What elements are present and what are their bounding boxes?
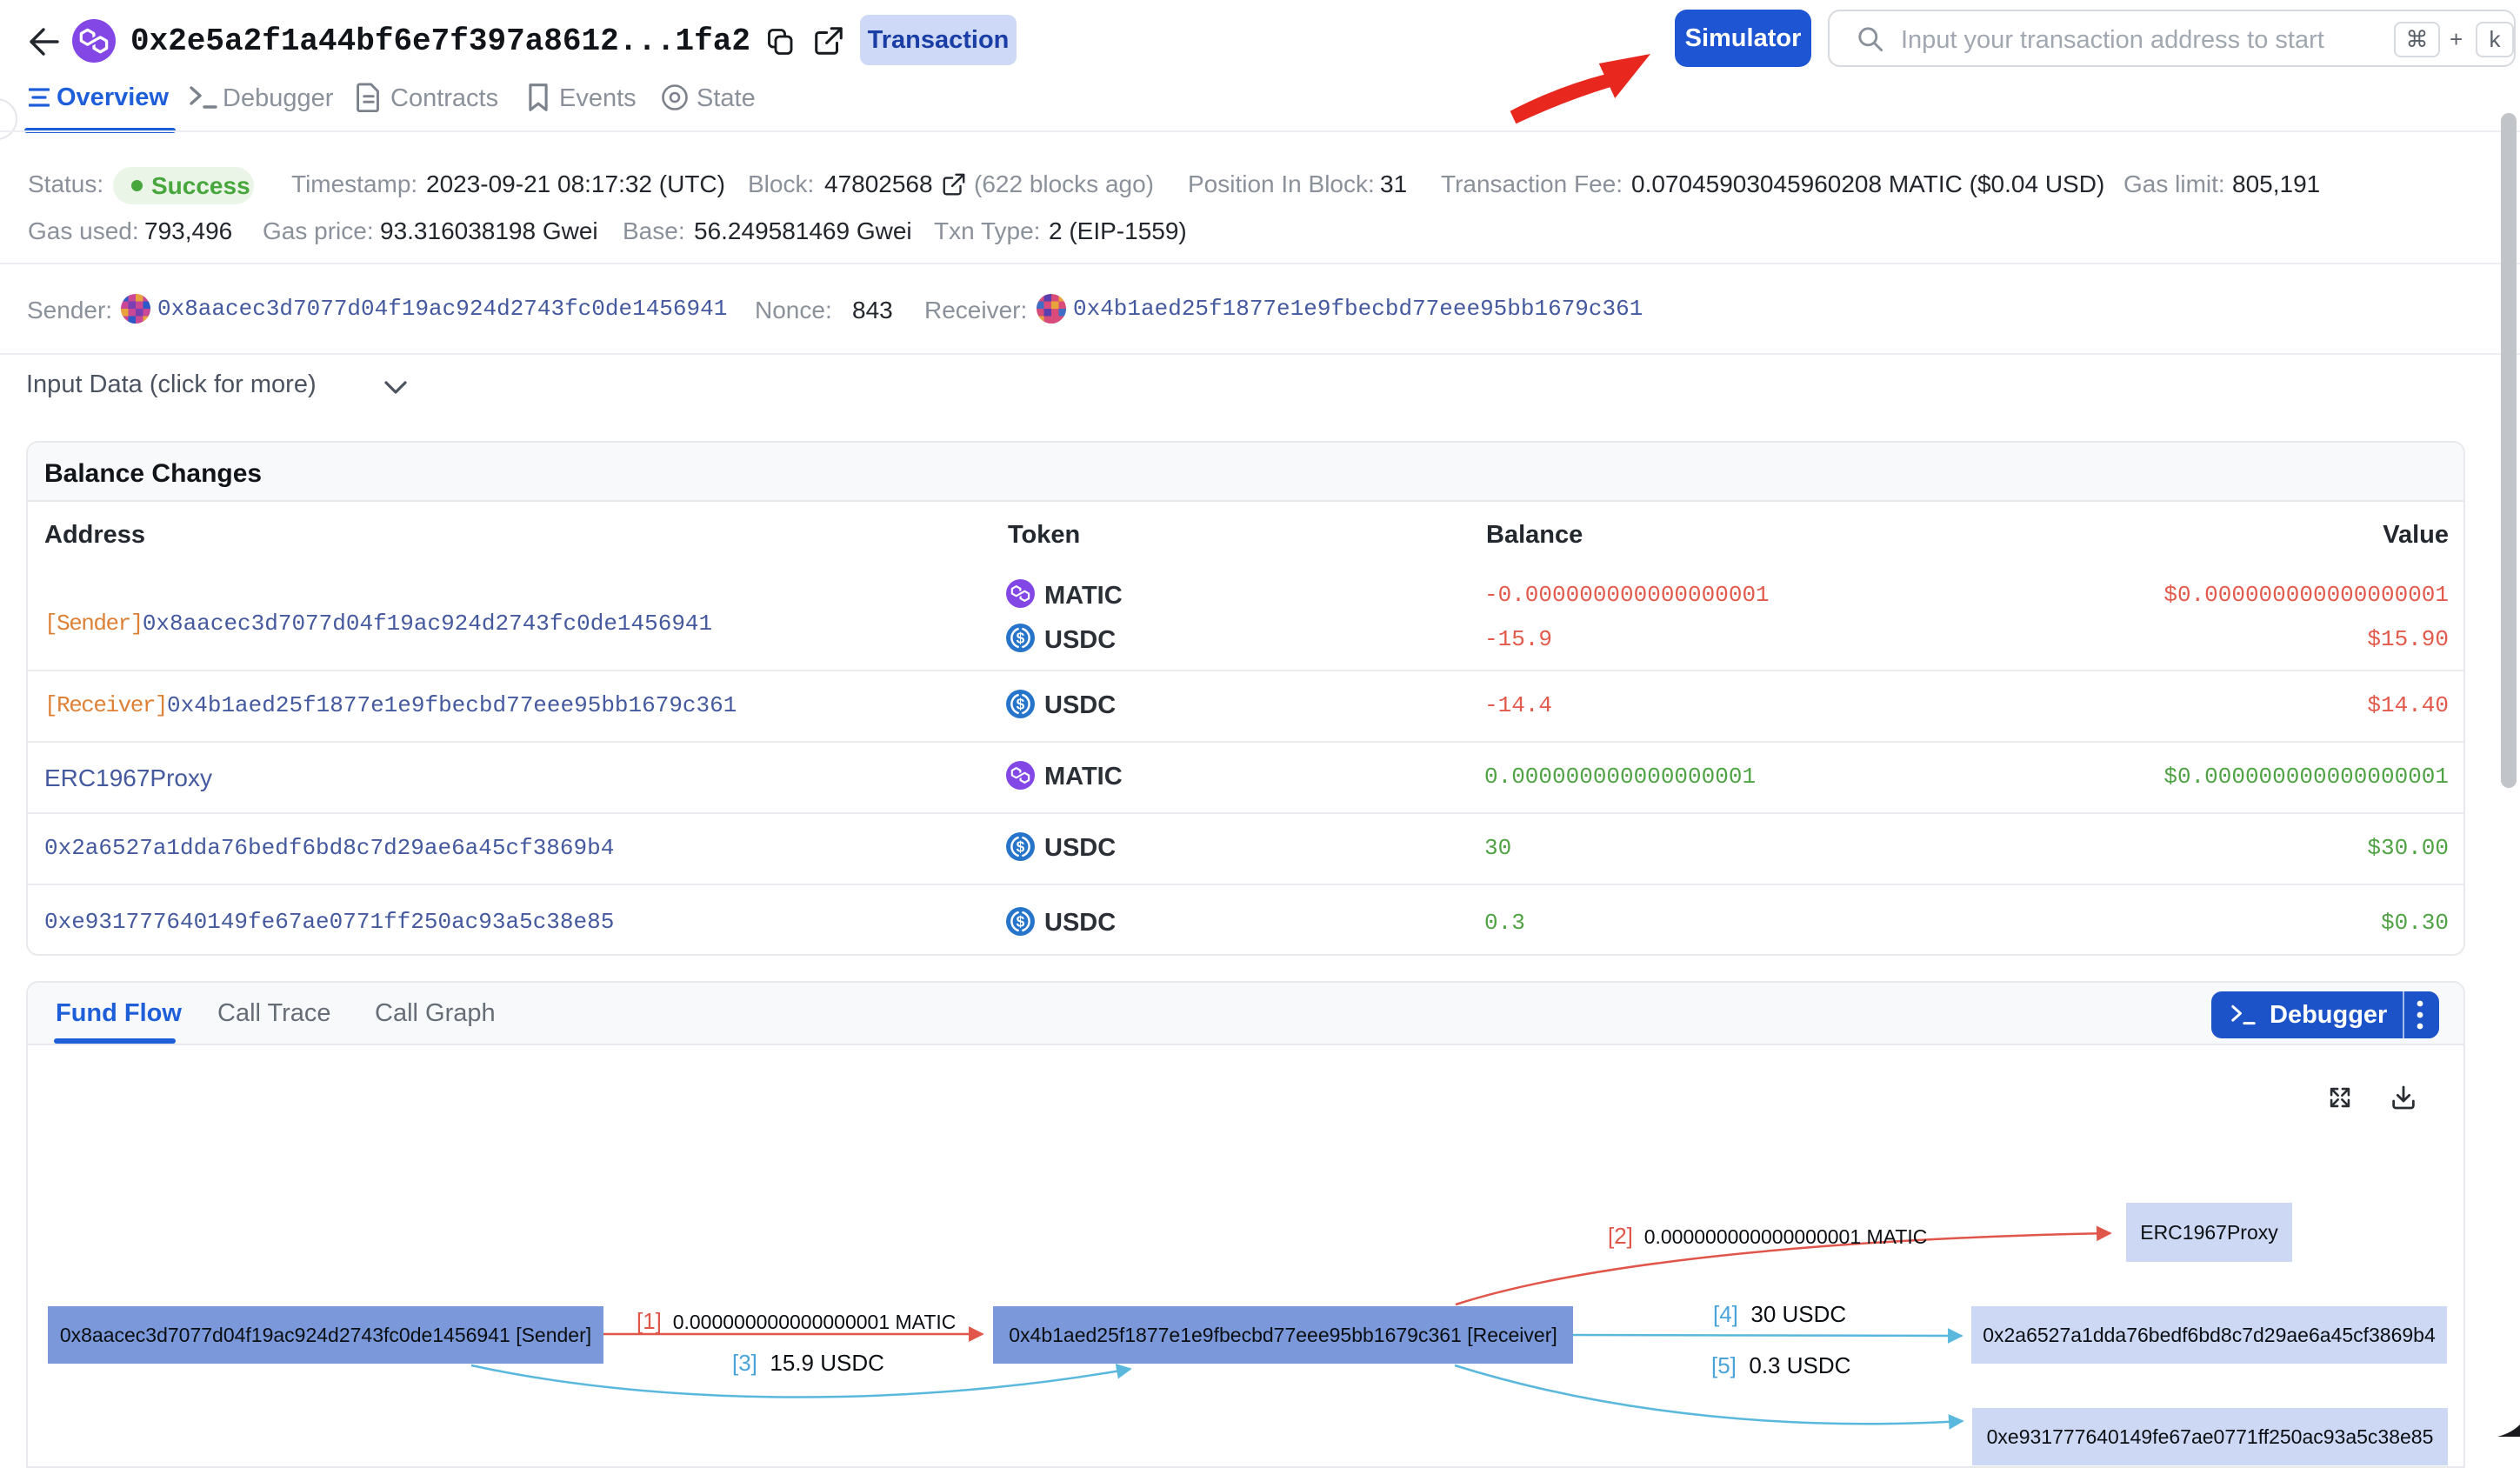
- svg-text:$: $: [1017, 630, 1025, 647]
- svg-text:$: $: [1017, 838, 1025, 856]
- svg-text:$: $: [1017, 696, 1025, 713]
- svg-text:$: $: [1017, 913, 1025, 931]
